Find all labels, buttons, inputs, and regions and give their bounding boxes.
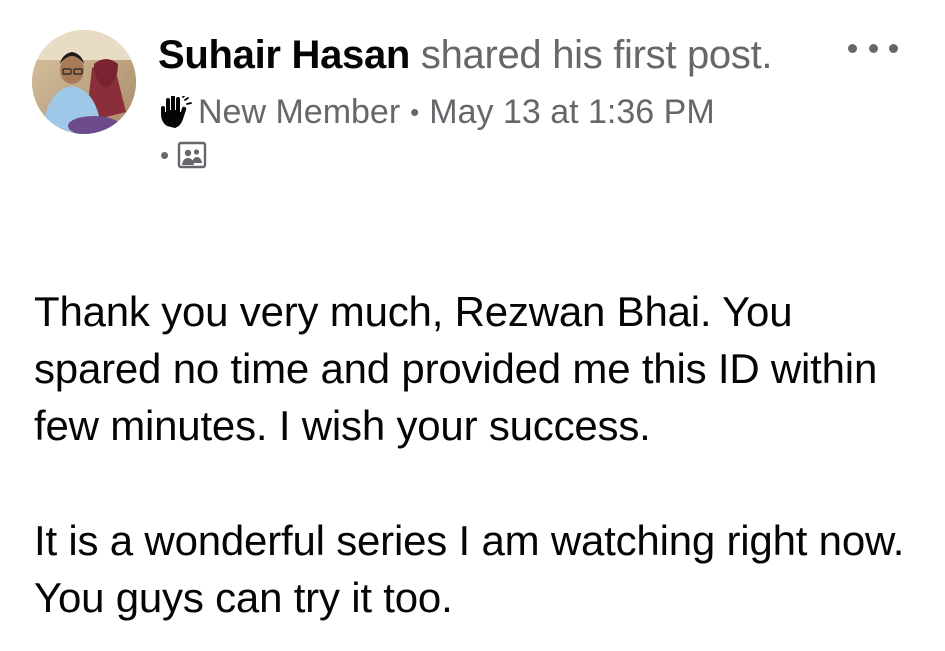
post-action-text: shared his first post. [420,33,773,77]
more-options-icon[interactable] [848,36,898,60]
post-paragraph: It is a wonderful series I am watching r… [34,517,905,621]
avatar-photo [32,30,136,134]
separator-dot: • [410,97,420,127]
author-avatar[interactable] [32,30,136,134]
post-header: Suhair Hasan shared his first post. New … [158,30,818,172]
post-card: Suhair Hasan shared his first post. New … [0,0,945,651]
more-dot [868,43,878,53]
post-timestamp[interactable]: May 13 at 1:36 PM [429,92,714,132]
post-headline: Suhair Hasan shared his first post. [158,30,818,80]
author-name[interactable]: Suhair Hasan [158,33,410,77]
post-body: Thank you very much, Rezwan Bhai. You sp… [34,283,914,626]
more-dot [889,43,898,53]
post-paragraph: Thank you very much, Rezwan Bhai. You sp… [34,288,878,449]
post-meta-secondary: • [158,138,818,172]
post-meta: New Member • May 13 at 1:36 PM [158,92,818,132]
group-photo-icon[interactable] [177,141,207,169]
separator-dot: • [160,139,170,170]
more-dot [848,43,857,53]
waving-hand-icon [158,96,192,128]
member-badge-label[interactable]: New Member [198,92,400,132]
